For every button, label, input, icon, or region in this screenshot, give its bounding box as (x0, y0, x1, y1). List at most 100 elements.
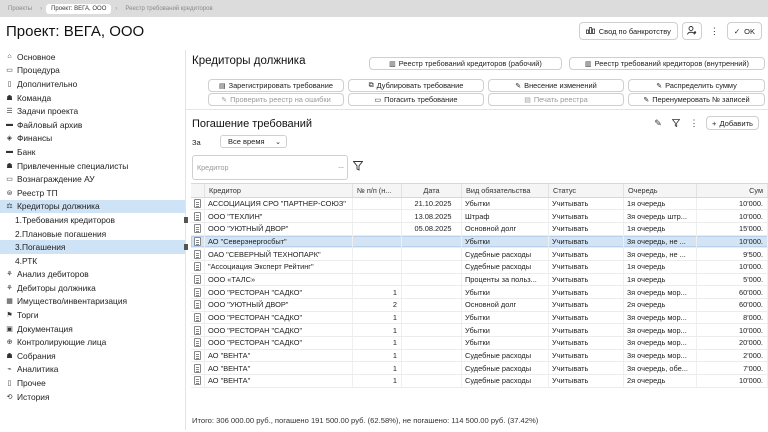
filter-icon[interactable] (352, 161, 364, 174)
column-status[interactable]: Статус (549, 184, 624, 197)
renumber-button[interactable]: ✎ Перенумеровать № записей (628, 93, 765, 106)
sidebar-item-analytics[interactable]: ⌁ Аналитика (0, 363, 185, 377)
table-row[interactable]: ООО "УЮТНЫЙ ДВОР" 05.08.2025 Основной долг… (191, 222, 768, 236)
creditor-filter-input[interactable]: Кредитор ... (192, 155, 348, 180)
sidebar-item-creditors[interactable]: ⚖ Кредиторы должника (0, 199, 185, 214)
registry-internal-button[interactable]: ▥ Реестр требований кредиторов (внутренн… (569, 57, 765, 70)
cell-queue: 1я очередь (624, 197, 697, 210)
sidebar-item-finance[interactable]: ◈ Финансы (0, 132, 185, 146)
check-icon: ✓ (733, 26, 741, 36)
sidebar-item-claims[interactable]: 1.Требования кредиторов (0, 213, 188, 227)
edit-icon[interactable]: ✎ (650, 116, 666, 130)
registry-working-button[interactable]: ▥ Реестр требований кредиторов (рабочий) (369, 57, 562, 70)
table-row[interactable]: ООО "РЕСТОРАН "САДКО" 1 Убытки Учитывать 3я … (191, 337, 768, 350)
row-document-icon (191, 248, 205, 260)
table-row[interactable]: ООО "РЕСТОРАН "САДКО" 1 Убытки Учитывать 3я … (191, 286, 768, 299)
sidebar-item-history[interactable]: ⟲ История (0, 390, 185, 404)
print-registry-button[interactable]: ▤ Печать реестра (488, 93, 624, 106)
column-date[interactable]: Дата (402, 184, 462, 197)
sidebar-item-team[interactable]: ☗ Команда (0, 91, 185, 105)
sidebar-item-rtk[interactable]: 4.РТК (0, 254, 185, 268)
table-row[interactable]: ООО "РЕСТОРАН "САДКО" 1 Убытки Учитывать 3я … (191, 311, 768, 325)
table-row[interactable]: АО "Северэнергосбыт" Убытки Учитывать 3я оч… (191, 235, 768, 249)
sidebar-item-meetings[interactable]: ☗ Собрания (0, 349, 185, 363)
sidebar-item-repayments[interactable]: 3.Погашения (0, 240, 188, 254)
check-registry-button[interactable]: ✎ Проверить реестр на ошибки (208, 93, 344, 106)
sidebar-item-tasks[interactable]: ☰ Задачи проекта (0, 104, 185, 118)
breadcrumb-registry[interactable]: Реестр требований кредиторов (121, 4, 216, 14)
sidebar-item-controlling[interactable]: ⊕ Контролирующие лица (0, 335, 185, 349)
sidebar-item-registry-tp[interactable]: ⊜ Реестр ТП (0, 186, 185, 200)
cell-type: Проценты за польз... (462, 273, 549, 286)
period-select[interactable]: Все время ⌄ (220, 135, 287, 148)
sidebar-item-documents[interactable]: ▣ Документация (0, 322, 185, 336)
sidebar-item-auction[interactable]: ⚑ Торги (0, 308, 185, 322)
sidebar-item-other[interactable]: ▯ Прочее (0, 376, 185, 390)
sidebar-item-debtor-analysis[interactable]: ⚘ Анализ дебиторов (0, 268, 185, 282)
sidebar-item-procedure[interactable]: ▭ Процедура (0, 64, 185, 78)
document-icon (194, 300, 201, 310)
cell-date (402, 248, 462, 260)
cell-creditor: ООО "РЕСТОРАН "САДКО" (205, 286, 353, 298)
sidebar-item-label: Файловый архив (17, 119, 83, 130)
breadcrumb-projects[interactable]: Проекты (4, 4, 36, 14)
sidebar-item-label: Кредиторы должника (17, 201, 100, 212)
cell-number (353, 235, 402, 248)
more-vertical-icon[interactable]: ⋮ (686, 116, 702, 130)
cell-type: Судебные расходы (462, 260, 549, 273)
filter-icon[interactable] (668, 116, 684, 130)
sidebar-item-label: Вознаграждение АУ (17, 174, 95, 185)
column-type[interactable]: Вид обязательства (462, 184, 549, 197)
sidebar-item-label: Команда (17, 92, 52, 103)
table-row[interactable]: "Ассоциация Эксперт Рейтинг" Судебные рас… (191, 260, 768, 274)
cell-status: Учитывать (549, 197, 624, 210)
table-row[interactable]: ООО «ТАЛС» Проценты за польз... Учитывать 1… (191, 273, 768, 287)
repay-claim-button[interactable]: ▭ Погасить требование (348, 93, 484, 106)
period-label: За (192, 138, 201, 147)
table-row[interactable]: ОАО "СЕВЕРНЫЙ ТЕХНОПАРК" Судебные расходы… (191, 248, 768, 261)
creditors-icon: ⚖ (6, 203, 13, 211)
table-row[interactable]: АО "ВЕНТА" 1 Судебные расходы Учитывать 3я о… (191, 349, 768, 363)
column-queue[interactable]: Очередь (624, 184, 697, 197)
more-menu-button[interactable]: ⋮ (705, 22, 723, 40)
column-creditor[interactable]: Кредитор (205, 184, 353, 197)
add-button[interactable]: + Добавить (706, 116, 759, 130)
add-label: Добавить (719, 118, 753, 128)
row-document-icon (191, 337, 205, 349)
chevron-right-icon: › (40, 5, 43, 12)
breadcrumb-project[interactable]: Проект: ВЕГА, ООО (46, 3, 112, 14)
section-title: Погашение требований (192, 118, 313, 130)
sidebar-item-property[interactable]: ▦ Имущество/инвентаризация (0, 295, 185, 309)
table-row[interactable]: ООО "УЮТНЫЙ ДВОР" 2 Основной долг Учитывать… (191, 299, 768, 312)
cell-number: 1 (353, 286, 402, 298)
cell-creditor: ООО "УЮТНЫЙ ДВОР" (205, 222, 353, 235)
table-row[interactable]: АО "ВЕНТА" 1 Судебные расходы Учитывать 2я о… (191, 375, 768, 388)
sidebar-item-archive[interactable]: ▬ Файловый архив (0, 118, 185, 132)
row-document-icon (191, 375, 205, 387)
sidebar-item-reward[interactable]: ▭ Вознаграждение АУ (0, 172, 185, 186)
sidebar-item-specialists[interactable]: ☗ Привлеченные специалисты (0, 159, 185, 173)
table-row[interactable]: АССОЦИАЦИЯ СРО "ПАРТНЕР-СОЮЗ" 21.10.2025 У… (191, 197, 768, 211)
sidebar-item-additional[interactable]: ▯ Дополнительно (0, 77, 185, 91)
table-row[interactable]: АО "ВЕНТА" 1 Судебные расходы Учитывать 3я о… (191, 362, 768, 376)
duplicate-claim-button[interactable]: ⧉ Дублировать требование (348, 79, 484, 92)
ok-button[interactable]: ✓ OK (726, 22, 762, 40)
user-settings-button[interactable] (681, 22, 702, 40)
sidebar-item-label: Анализ дебиторов (17, 269, 89, 280)
sidebar-item-debtors[interactable]: ⚘ Дебиторы должника (0, 281, 185, 295)
edit-icon: ✎ (656, 82, 663, 90)
edit-icon: ✎ (515, 82, 522, 90)
bankruptcy-summary-button[interactable]: Свод по банкротству (578, 22, 678, 40)
more-button[interactable]: ... (338, 163, 344, 170)
register-claim-button[interactable]: ▤ Зарегистрировать требование (208, 79, 344, 92)
make-changes-button[interactable]: ✎ Внесение изменений (488, 79, 624, 92)
distribute-amount-button[interactable]: ✎ Распределить сумму (628, 79, 765, 92)
table-row[interactable]: ООО "ТЕХЛИН" 13.08.2025 Штраф Учитывать 3я о… (191, 210, 768, 223)
column-sum[interactable]: Сум (697, 184, 768, 197)
sidebar-item-bank[interactable]: ▬ Банк (0, 145, 185, 159)
table-row[interactable]: ООО "РЕСТОРАН "САДКО" 1 Убытки Учитывать 3я … (191, 324, 768, 338)
sidebar-item-planned[interactable]: 2.Плановые погашения (0, 227, 185, 241)
cell-queue: 1я очередь (624, 222, 697, 235)
column-number[interactable]: № п/п (н... (353, 184, 402, 197)
sidebar-item-main[interactable]: ⌂ Основное (0, 50, 185, 64)
